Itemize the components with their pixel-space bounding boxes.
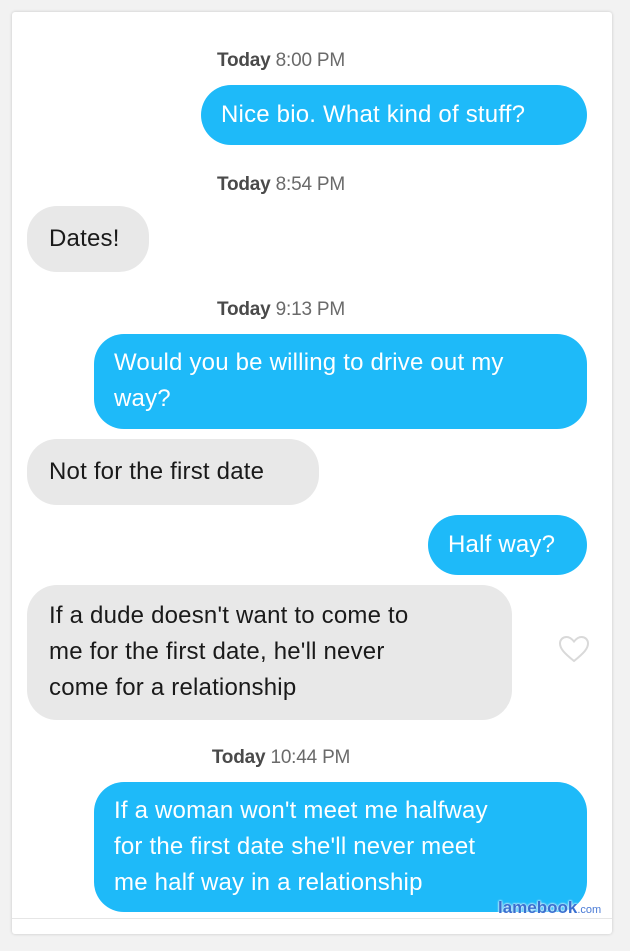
message-text: Not for the first date — [49, 458, 265, 485]
message-line: If a woman won't meet me halfway — [114, 797, 488, 824]
timestamp-time: 8:00 PM — [275, 50, 346, 71]
watermark-logo: lamebook.com — [498, 898, 601, 918]
timestamp: Today 8:54 PM — [12, 174, 550, 196]
message-text: Half way? — [448, 531, 556, 558]
message-text: Dates! — [49, 225, 120, 252]
timestamp-day: Today — [217, 174, 271, 195]
divider — [12, 918, 612, 919]
timestamp: Today 10:44 PM — [12, 747, 550, 769]
watermark-name: lamebook — [498, 898, 578, 917]
timestamp-time: 10:44 PM — [270, 747, 351, 768]
message-line: come for a relationship — [49, 674, 297, 701]
message-line: If a dude doesn't want to come to — [49, 602, 409, 629]
timestamp: Today 9:13 PM — [12, 299, 550, 321]
incoming-message[interactable]: If a dude doesn't want to come to me for… — [27, 585, 512, 720]
heart-outline-icon[interactable] — [558, 634, 590, 664]
outgoing-message[interactable]: Nice bio. What kind of stuff? — [201, 85, 587, 145]
outgoing-message[interactable]: Half way? — [428, 515, 587, 575]
message-text: Nice bio. What kind of stuff? — [221, 101, 526, 128]
incoming-message[interactable]: Dates! — [27, 206, 149, 272]
message-line: Would you be willing to drive out my — [114, 349, 504, 376]
conversation-thread: Today 8:00 PM Nice bio. What kind of stu… — [12, 12, 612, 934]
outgoing-message[interactable]: If a woman won't meet me halfway for the… — [94, 782, 587, 912]
timestamp-day: Today — [217, 50, 271, 71]
timestamp-time: 8:54 PM — [275, 174, 346, 195]
timestamp-day: Today — [217, 299, 271, 320]
incoming-message[interactable]: Not for the first date — [27, 439, 319, 505]
timestamp-day: Today — [211, 747, 266, 768]
message-line: for the first date she'll never meet — [114, 833, 476, 860]
timestamp-time: 9:13 PM — [275, 299, 346, 320]
message-line: way? — [114, 385, 171, 412]
message-line: me half way in a relationship — [114, 869, 423, 896]
timestamp: Today 8:00 PM — [12, 50, 550, 72]
watermark-tld: .com — [577, 904, 602, 916]
message-line: me for the first date, he'll never — [49, 638, 385, 665]
outgoing-message[interactable]: Would you be willing to drive out my way… — [94, 334, 587, 429]
